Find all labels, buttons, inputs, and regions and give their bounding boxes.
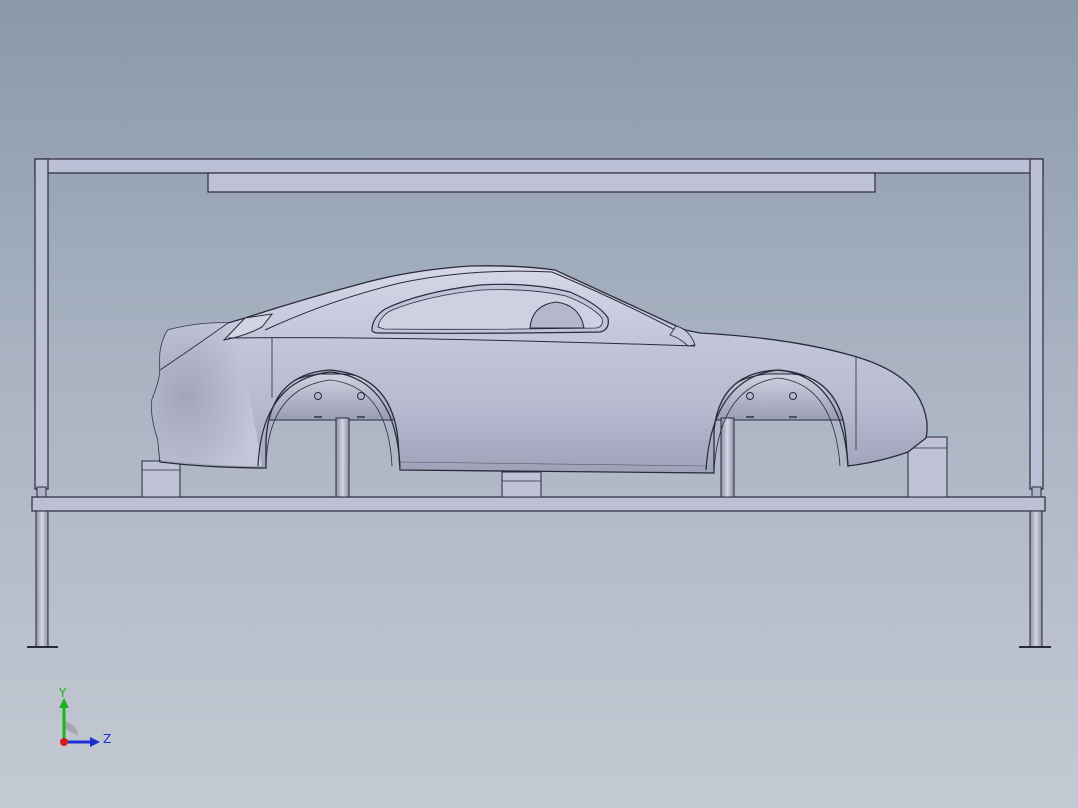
base-platform — [31, 496, 1046, 512]
triad-shade — [64, 722, 78, 736]
coordinate-triad: Y Z — [58, 686, 111, 747]
z-axis-label: Z — [103, 732, 111, 746]
z-axis-arrowhead — [90, 737, 100, 747]
model-scene[interactable] — [0, 0, 1078, 808]
y-axis-label: Y — [58, 686, 67, 700]
support-legs — [27, 510, 1051, 648]
car-body[interactable] — [150, 265, 928, 474]
x-axis-dot — [60, 738, 68, 746]
cad-viewport[interactable]: Y Z — [0, 0, 1078, 808]
